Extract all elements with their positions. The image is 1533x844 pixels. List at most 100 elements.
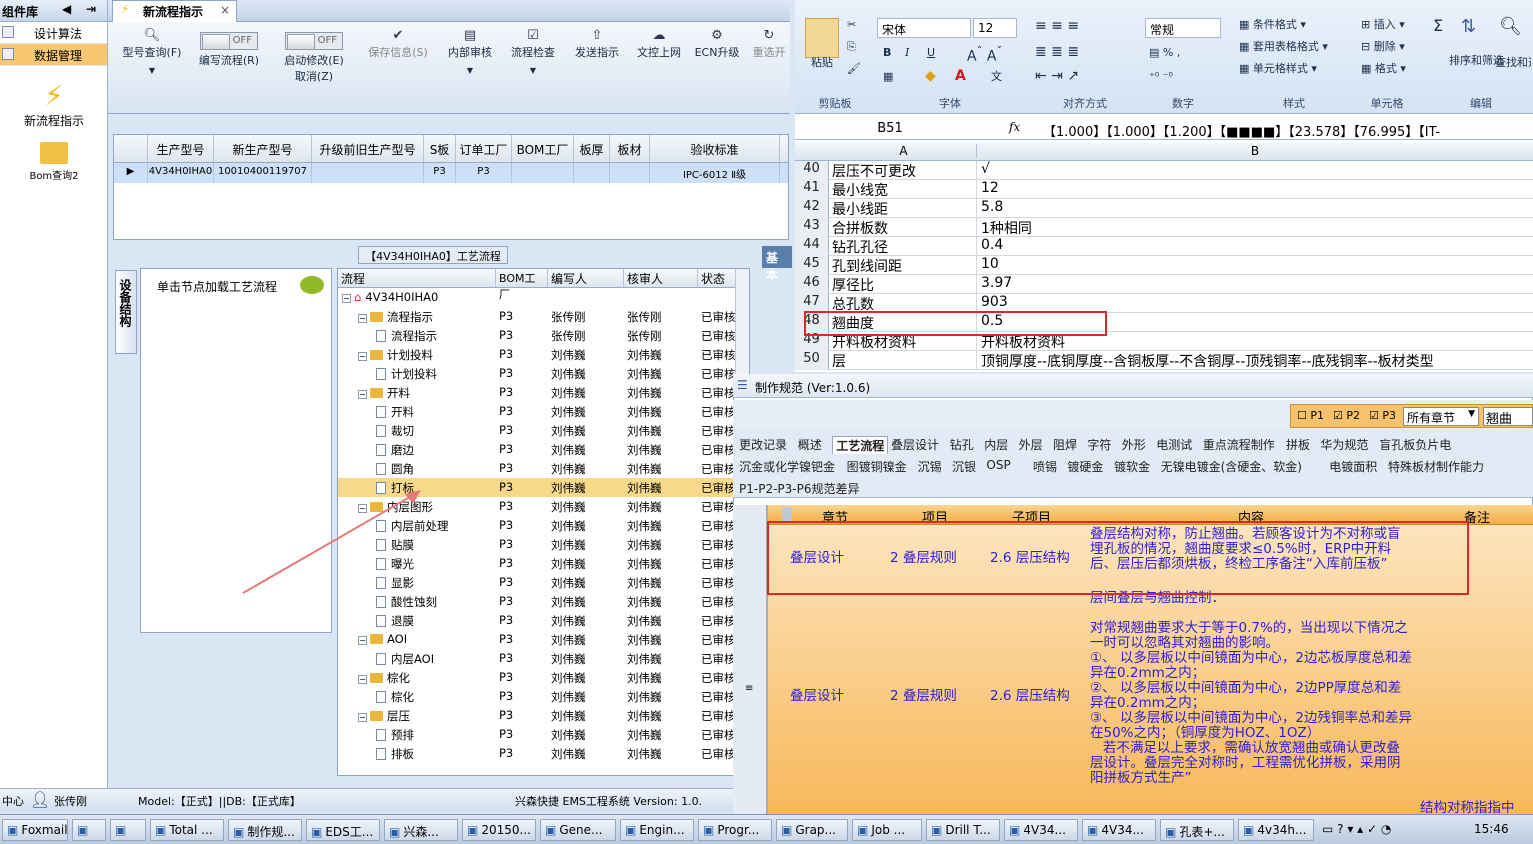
back-icon[interactable]: ◀: [62, 2, 71, 16]
col-header[interactable]: 生产型号: [148, 135, 214, 162]
cell-content[interactable]: 层间叠层与翘曲控制： 对常规翘曲要求大于等于0.7%的，当出现以下情况之一时可以…: [1090, 591, 1412, 786]
cell-b[interactable]: 3.97: [981, 275, 1529, 291]
cell-a[interactable]: 最小线宽: [831, 180, 977, 199]
cell-b[interactable]: 1种相同: [981, 218, 1529, 238]
tab-chapter[interactable]: 重点流程制作: [1203, 436, 1275, 453]
taskbar-button[interactable]: ▣ Grap...: [776, 819, 848, 841]
send-instruction-button[interactable]: ⇧ 发送指示: [568, 28, 626, 60]
cell-b[interactable]: 顶铜厚度--底铜厚度--含铜板厚--不含铜厚--顶残铜率--底残铜率--板材类型: [981, 351, 1529, 371]
col-header-b[interactable]: B: [981, 144, 1529, 158]
insert-button[interactable]: ⊞ 插入 ▾: [1361, 16, 1405, 32]
collapse-icon[interactable]: −: [358, 713, 367, 722]
tab-chapter[interactable]: 内层: [984, 436, 1008, 453]
indent-icon[interactable]: ⇤ ⇥ ↗: [1035, 68, 1079, 84]
reselect-button[interactable]: ↻ 重选开: [748, 28, 790, 60]
sheet-row[interactable]: 41 最小线宽 12: [795, 180, 1533, 199]
tab-chapter[interactable]: 概述: [798, 436, 822, 453]
sum-icon[interactable]: Σ: [1433, 16, 1443, 35]
tab-chapter[interactable]: 工艺流程: [832, 436, 889, 454]
bom-query-button[interactable]: Bom查询2: [14, 140, 94, 182]
tab-equipment-structure[interactable]: 设备结构: [115, 270, 137, 354]
cell[interactable]: 10010400119707: [214, 163, 312, 183]
paste-button[interactable]: 粘贴: [811, 54, 833, 70]
taskbar-button[interactable]: ▣ 兴森...: [384, 819, 458, 841]
tree-row[interactable]: − AOI P3 刘伟巍 刘伟巍 已审核: [338, 630, 749, 649]
cell-subitem[interactable]: 2.6 层压结构: [990, 689, 1070, 704]
search-input[interactable]: 翘曲: [1483, 407, 1533, 427]
row-number[interactable]: 44: [795, 237, 829, 256]
tree-row[interactable]: − 计划投料 P3 刘伟巍 刘伟巍 已审核: [338, 345, 749, 364]
taskbar-button[interactable]: ▣ Progr...: [698, 819, 772, 841]
row-handle-icon[interactable]: ≡: [745, 683, 753, 694]
taskbar-button[interactable]: ▣ Gene...: [540, 819, 616, 841]
taskbar-button[interactable]: ▣ Total ...: [150, 819, 224, 841]
tab-chapter[interactable]: P1-P2-P3-P6规范差异: [739, 480, 859, 497]
taskbar-button[interactable]: ▣ 20150...: [462, 819, 536, 841]
decimal-icon[interactable]: ⁺⁰ ⁻⁰: [1149, 70, 1173, 83]
cut-icon[interactable]: ✂: [847, 18, 856, 31]
cell[interactable]: 4V34H0IHA0: [148, 163, 214, 183]
cell-b[interactable]: 12: [981, 180, 1529, 196]
tree-row[interactable]: − 开料 P3 刘伟巍 刘伟巍 已审核: [338, 383, 749, 402]
align-top-icon[interactable]: ≡ ≡ ≡: [1035, 18, 1079, 34]
col-header[interactable]: 板厚: [574, 135, 610, 162]
cell-b[interactable]: 903: [981, 294, 1529, 310]
tab-chapter[interactable]: OSP: [986, 458, 1010, 472]
cell[interactable]: [574, 163, 610, 183]
fill-color-icon[interactable]: ◆: [925, 68, 936, 84]
italic-icon[interactable]: I: [905, 46, 909, 59]
taskbar-button[interactable]: ▣ Job ...: [852, 819, 922, 841]
taskbar-button[interactable]: ▣ 4V34...: [1082, 819, 1156, 841]
collapse-icon[interactable]: −: [358, 675, 367, 684]
tab-basic[interactable]: 基本: [762, 246, 792, 282]
taskbar-button[interactable]: ▣: [110, 819, 146, 841]
border-icon[interactable]: ▦: [883, 70, 893, 83]
tree-row[interactable]: 棕化 P3 刘伟巍 刘伟巍 已审核: [338, 687, 749, 706]
cell-b[interactable]: √: [981, 161, 1529, 177]
tree-row[interactable]: 开料 P3 刘伟巍 刘伟巍 已审核: [338, 402, 749, 421]
underline-icon[interactable]: U: [927, 46, 935, 59]
inner-review-button[interactable]: ▤ 内部审核 ▼: [442, 28, 498, 75]
tree-row[interactable]: − 层压 P3 刘伟巍 刘伟巍 已审核: [338, 706, 749, 725]
taskbar-button[interactable]: ▣ 孔表+...: [1160, 819, 1234, 841]
format-button[interactable]: ▦ 格式 ▾: [1361, 60, 1406, 76]
tab-chapter[interactable]: 电镀面积: [1329, 458, 1377, 475]
col-header[interactable]: BOM工厂: [496, 269, 548, 301]
row-number[interactable]: 45: [795, 256, 829, 275]
delete-button[interactable]: ⊟ 删除 ▾: [1361, 38, 1405, 54]
cell[interactable]: [312, 163, 424, 183]
tab-chapter[interactable]: 沉银: [952, 458, 976, 475]
cell-a[interactable]: 钻孔孔径: [831, 237, 977, 256]
sidebar-item-design-algorithm[interactable]: 设计算法: [0, 22, 107, 44]
cell[interactable]: IPC-6012 Ⅱ级: [650, 163, 780, 183]
collapse-icon[interactable]: −: [358, 390, 367, 399]
paste-icon[interactable]: [805, 18, 839, 58]
pin-icon[interactable]: ⇥: [86, 2, 96, 16]
table-row[interactable]: ▶ 4V34H0IHA0 10010400119707 P3 P3 IPC-60…: [114, 163, 788, 183]
tree-row[interactable]: 圆角 P3 刘伟巍 刘伟巍 已审核: [338, 459, 749, 478]
col-header[interactable]: 升级前旧生产型号: [312, 135, 424, 162]
col-header[interactable]: 流程: [338, 269, 496, 287]
conditional-format-button[interactable]: ▦ 条件格式 ▾: [1239, 16, 1306, 32]
number-format-select[interactable]: 常规: [1145, 18, 1221, 38]
tab-chapter[interactable]: 更改记录: [739, 436, 787, 453]
taskbar-button[interactable]: ▣ Engin...: [620, 819, 694, 841]
tab-new-flow[interactable]: ⚡ 新流程指示 ×: [112, 0, 237, 22]
col-header[interactable]: S板: [424, 135, 456, 162]
fx-icon[interactable]: fx: [1009, 120, 1020, 134]
ecn-upgrade-button[interactable]: ⚙ ECN升级: [692, 28, 742, 60]
col-header[interactable]: 验收标准: [650, 135, 780, 162]
tree-row[interactable]: − ⌂ 4V34H0IHA0: [338, 288, 749, 307]
tab-chapter[interactable]: 阻焊: [1053, 436, 1077, 453]
cell[interactable]: P3: [456, 163, 512, 183]
cell-b[interactable]: 0.4: [981, 237, 1529, 253]
tab-chapter[interactable]: 特殊板材制作能力: [1388, 458, 1484, 475]
tab-chapter[interactable]: 喷锡: [1033, 458, 1057, 475]
percent-icon[interactable]: ▤ % ,: [1149, 46, 1180, 59]
tree-row[interactable]: 排板 P3 刘伟巍 刘伟巍 已审核: [338, 744, 749, 763]
cell[interactable]: [610, 163, 650, 183]
col-header[interactable]: 核审人: [624, 269, 698, 287]
sheet-row[interactable]: 46 厚径比 3.97: [795, 275, 1533, 294]
model-query-button[interactable]: 🔍︎ 型号查询(F) ▼: [116, 28, 188, 75]
tab-chapter[interactable]: 钻孔: [950, 436, 974, 453]
